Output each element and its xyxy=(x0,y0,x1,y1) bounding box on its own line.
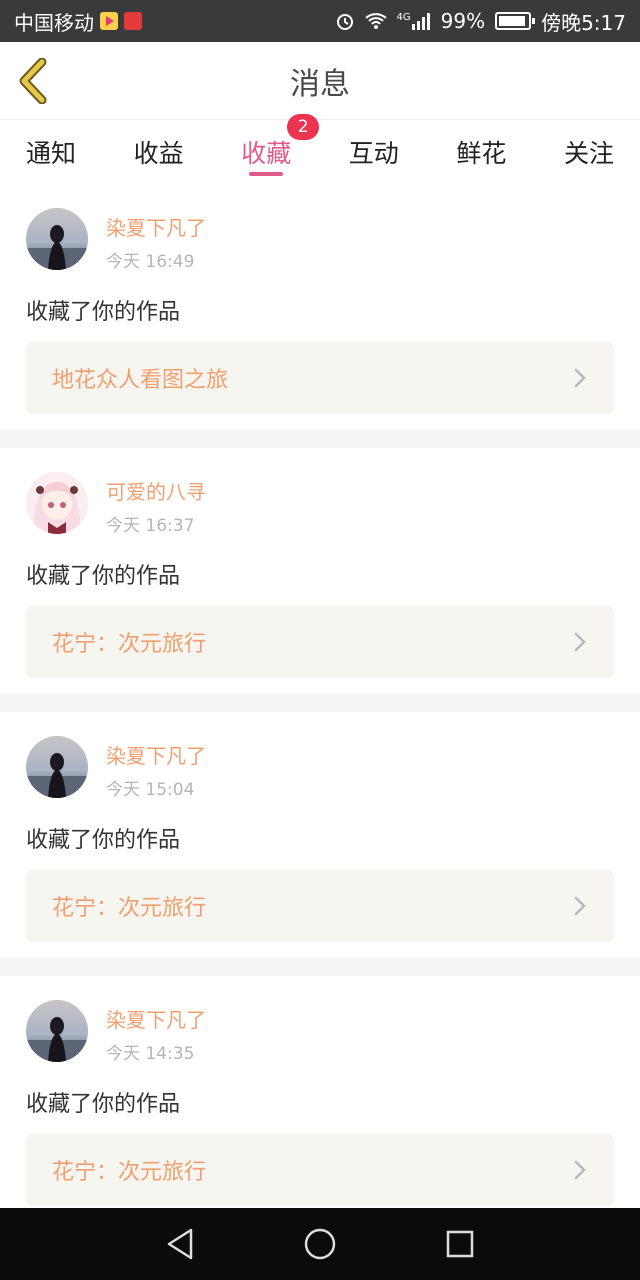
messages-screen: 中国移动 4G 99% 傍晚5:17 消息 通知 收益 收藏 2 互动 鲜花 关… xyxy=(0,0,640,1280)
work-link[interactable]: 花宁：次元旅行 xyxy=(26,606,614,678)
tab-favorites[interactable]: 收藏 2 xyxy=(241,114,320,184)
tab-earnings[interactable]: 收益 xyxy=(134,120,184,184)
action-text: 收藏了你的作品 xyxy=(26,564,181,589)
tab-interactions[interactable]: 互动 xyxy=(349,120,399,184)
username[interactable]: 染夏下凡了 xyxy=(106,212,206,241)
tab-following[interactable]: 关注 xyxy=(564,120,614,184)
tab-label: 互动 xyxy=(348,139,399,168)
tab-label: 关注 xyxy=(563,139,614,168)
timestamp: 今天 16:49 xyxy=(106,252,195,272)
divider xyxy=(0,694,640,712)
divider xyxy=(0,958,640,976)
timestamp: 今天 14:35 xyxy=(106,1044,195,1064)
alarm-icon xyxy=(335,11,355,31)
clock: 傍晚5:17 xyxy=(541,10,626,35)
timestamp: 今天 15:04 xyxy=(106,780,195,800)
list-item: 染夏下凡了 今天 15:04 收藏了你的作品 花宁：次元旅行 xyxy=(0,712,640,958)
tab-flowers[interactable]: 鲜花 xyxy=(456,120,506,184)
carrier-name: 中国移动 xyxy=(14,10,94,35)
tab-bar: 通知 收益 收藏 2 互动 鲜花 关注 xyxy=(0,114,640,184)
back-arrow-icon xyxy=(19,57,47,105)
status-bar: 中国移动 4G 99% 傍晚5:17 xyxy=(0,0,640,42)
nav-back-button[interactable] xyxy=(160,1224,200,1264)
tab-label: 鲜花 xyxy=(456,139,507,168)
work-link[interactable]: 地花众人看图之旅 xyxy=(26,342,614,414)
page-title: 消息 xyxy=(290,66,350,102)
username[interactable]: 染夏下凡了 xyxy=(106,1004,206,1033)
signal-icon: 4G xyxy=(397,12,431,30)
username[interactable]: 可爱的八寻 xyxy=(106,476,206,505)
action-text: 收藏了你的作品 xyxy=(26,828,181,853)
work-title: 花宁：次元旅行 xyxy=(52,1160,207,1185)
active-tab-indicator xyxy=(249,172,284,176)
battery-icon xyxy=(495,12,536,30)
circle-home-icon xyxy=(304,1228,336,1260)
message-list: 染夏下凡了 今天 16:49 收藏了你的作品 地花众人看图之旅 可爱的八寻 今天… xyxy=(0,184,640,1222)
tab-label: 通知 xyxy=(26,139,77,168)
network-type: 4G xyxy=(396,12,411,23)
avatar[interactable] xyxy=(26,736,88,798)
status-left: 中国移动 xyxy=(14,7,142,36)
tab-notifications[interactable]: 通知 xyxy=(26,120,76,184)
status-right: 4G 99% 傍晚5:17 xyxy=(335,7,626,36)
timestamp: 今天 16:37 xyxy=(106,516,195,536)
chevron-right-icon xyxy=(574,1160,586,1180)
nav-home-button[interactable] xyxy=(300,1224,340,1264)
tab-label: 收益 xyxy=(133,139,184,168)
tab-label: 收藏 xyxy=(241,139,292,168)
battery-percent: 99% xyxy=(440,9,486,33)
chevron-right-icon xyxy=(574,632,586,652)
divider xyxy=(0,430,640,448)
square-recents-icon xyxy=(446,1230,474,1258)
nav-recents-button[interactable] xyxy=(440,1224,480,1264)
video-app-icon xyxy=(100,12,118,30)
triangle-back-icon xyxy=(167,1228,193,1260)
avatar[interactable] xyxy=(26,1000,88,1062)
shopping-app-icon xyxy=(124,12,142,30)
work-link[interactable]: 花宁：次元旅行 xyxy=(26,870,614,942)
work-title: 花宁：次元旅行 xyxy=(52,896,207,921)
work-link[interactable]: 花宁：次元旅行 xyxy=(26,1134,614,1206)
username[interactable]: 染夏下凡了 xyxy=(106,740,206,769)
header: 消息 xyxy=(0,42,640,120)
wifi-icon xyxy=(364,12,387,30)
avatar[interactable] xyxy=(26,208,88,270)
action-text: 收藏了你的作品 xyxy=(26,1092,181,1117)
chevron-right-icon xyxy=(574,368,586,388)
work-title: 花宁：次元旅行 xyxy=(52,632,207,657)
back-button[interactable] xyxy=(16,57,56,105)
list-item: 可爱的八寻 今天 16:37 收藏了你的作品 花宁：次元旅行 xyxy=(0,448,640,694)
list-item: 染夏下凡了 今天 14:35 收藏了你的作品 花宁：次元旅行 xyxy=(0,976,640,1222)
list-item: 染夏下凡了 今天 16:49 收藏了你的作品 地花众人看图之旅 xyxy=(0,184,640,430)
work-title: 地花众人看图之旅 xyxy=(52,368,229,393)
system-nav-bar xyxy=(0,1208,640,1280)
unread-badge: 2 xyxy=(287,114,320,140)
avatar[interactable] xyxy=(26,472,88,534)
action-text: 收藏了你的作品 xyxy=(26,300,181,325)
chevron-right-icon xyxy=(574,896,586,916)
